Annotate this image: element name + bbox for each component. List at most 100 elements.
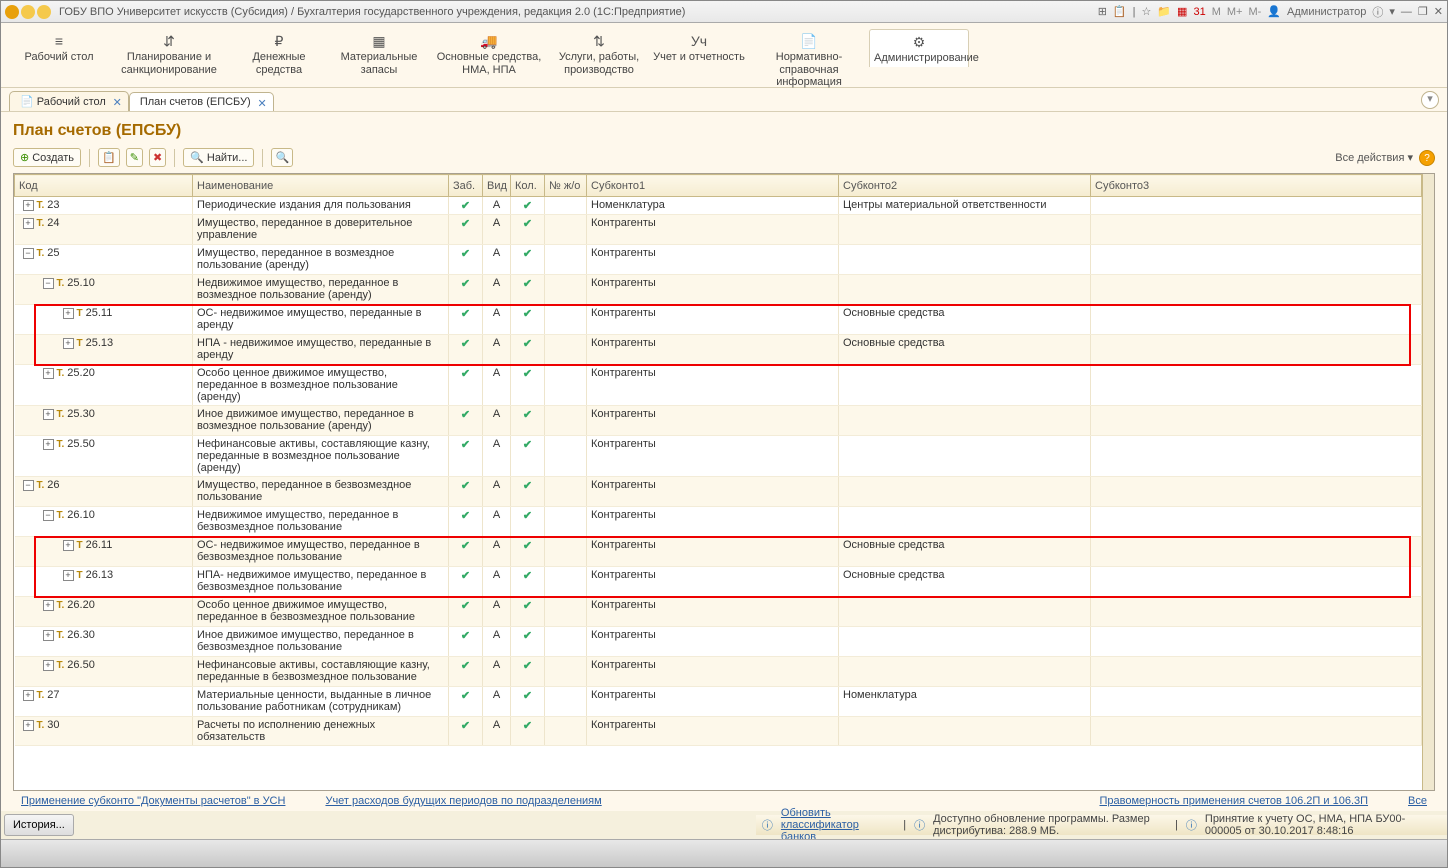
col-zab[interactable]: Заб. [449, 175, 483, 197]
nav-item[interactable]: УчУчет и отчетность [649, 29, 749, 66]
tabs-dropdown-icon[interactable]: ▾ [1421, 91, 1439, 109]
calc-mplus[interactable]: M+ [1227, 6, 1243, 18]
expand-icon[interactable]: + [43, 439, 54, 450]
toolbar-icon[interactable]: | [1133, 6, 1136, 18]
accounts-grid[interactable]: Код Наименование Заб. Вид Кол. № ж/о Суб… [14, 174, 1422, 790]
table-row[interactable]: −T.26Имущество, переданное в безвозмездн… [15, 477, 1422, 507]
footer-link-3[interactable]: Правомерность применения счетов 106.2П и… [1099, 795, 1368, 807]
dropdown-icon[interactable]: ▾ [1389, 5, 1395, 18]
footer-link-1[interactable]: Применение субконто "Документы расчетов"… [21, 795, 285, 807]
maximize-icon[interactable]: ❐ [1418, 5, 1428, 18]
table-row[interactable]: +T.24Имущество, переданное в доверительн… [15, 215, 1422, 245]
user-label[interactable]: Администратор [1287, 6, 1366, 18]
expand-icon[interactable]: + [63, 540, 74, 551]
expand-icon[interactable]: + [43, 660, 54, 671]
col-sub3[interactable]: Субконто3 [1091, 175, 1422, 197]
nav-item[interactable]: ⇵Планирование и санкционирование [109, 29, 229, 78]
expand-icon[interactable]: − [43, 510, 54, 521]
history-button[interactable]: История... [4, 814, 74, 836]
calc-mminus[interactable]: M- [1248, 6, 1261, 18]
table-row[interactable]: −T.25Имущество, переданное в возмездное … [15, 245, 1422, 275]
copy-button[interactable]: 📋 [98, 148, 120, 167]
status-update-banks[interactable]: Обновить классификатор банков [781, 807, 895, 843]
nav-icon: ⇵ [113, 31, 225, 51]
expand-icon[interactable]: + [43, 600, 54, 611]
table-row[interactable]: +T.30Расчеты по исполнению денежных обяз… [15, 717, 1422, 746]
window-title: ГОБУ ВПО Университет искусств (Субсидия)… [59, 6, 1098, 18]
cell-vid: А [483, 335, 511, 365]
close-icon[interactable]: ✕ [1434, 5, 1443, 18]
nav-item[interactable]: 🚚Основные средства, НМА, НПА [429, 29, 549, 78]
scrollbar[interactable] [1422, 174, 1434, 790]
table-row[interactable]: +T.26.30Иное движимое имущество, передан… [15, 627, 1422, 657]
tab-plan-schetov[interactable]: План счетов (ЕПСБУ) ✕ [129, 92, 274, 111]
expand-icon[interactable]: + [63, 570, 74, 581]
clear-search-button[interactable]: 🔍 [271, 148, 293, 167]
col-sub1[interactable]: Субконто1 [587, 175, 839, 197]
toolbar-icon[interactable]: 📁 [1157, 5, 1171, 18]
nav-item[interactable]: ▦Материальные запасы [329, 29, 429, 78]
table-row[interactable]: +T25.11ОС- недвижимое имущество, передан… [15, 305, 1422, 335]
tab-close-icon[interactable]: ✕ [257, 97, 266, 110]
create-button[interactable]: ⊕ Создать [13, 148, 81, 167]
expand-icon[interactable]: − [23, 480, 34, 491]
calendar-icon[interactable]: ▦ [1177, 5, 1187, 18]
find-button[interactable]: 🔍 Найти... [183, 148, 254, 167]
expand-icon[interactable]: + [63, 308, 74, 319]
edit-button[interactable]: ✎ [126, 148, 143, 167]
expand-icon[interactable]: + [63, 338, 74, 349]
toolbar-icon[interactable]: ⊞ [1098, 5, 1107, 18]
table-row[interactable]: +T.26.50Нефинансовые активы, составляющи… [15, 657, 1422, 687]
table-row[interactable]: +T25.13НПА - недвижимое имущество, перед… [15, 335, 1422, 365]
expand-icon[interactable]: + [43, 409, 54, 420]
expand-icon[interactable]: + [23, 218, 34, 229]
tab-desktop[interactable]: 📄 Рабочий стол ✕ [9, 91, 129, 111]
nav-item[interactable]: ⚙Администрирование [869, 29, 969, 67]
cell-kol: ✔ [511, 305, 545, 335]
star-icon[interactable]: ☆ [1141, 5, 1151, 18]
expand-icon[interactable]: + [43, 368, 54, 379]
window-menu-icon[interactable] [21, 5, 35, 19]
expand-icon[interactable]: + [23, 690, 34, 701]
footer-link-all[interactable]: Все [1408, 795, 1427, 807]
col-kol[interactable]: Кол. [511, 175, 545, 197]
minimize-icon[interactable]: — [1401, 6, 1412, 18]
nav-item[interactable]: ≡Рабочий стол [9, 29, 109, 66]
table-row[interactable]: −T.26.10Недвижимое имущество, переданное… [15, 507, 1422, 537]
expand-icon[interactable]: + [23, 720, 34, 731]
calc-m[interactable]: M [1212, 6, 1221, 18]
table-row[interactable]: +T.25.50Нефинансовые активы, составляющи… [15, 436, 1422, 477]
tab-close-icon[interactable]: ✕ [113, 96, 122, 109]
table-row[interactable]: +T.27Материальные ценности, выданные в л… [15, 687, 1422, 717]
help-button[interactable]: ? [1419, 150, 1435, 166]
favorites-icon[interactable] [37, 5, 51, 19]
nav-item[interactable]: ₽Денежные средства [229, 29, 329, 78]
col-name[interactable]: Наименование [193, 175, 449, 197]
table-row[interactable]: +T.23Периодические издания для пользован… [15, 197, 1422, 215]
expand-icon[interactable]: + [23, 200, 34, 211]
cell-sub3 [1091, 365, 1422, 406]
col-code[interactable]: Код [15, 175, 193, 197]
col-vid[interactable]: Вид [483, 175, 511, 197]
nav-item[interactable]: ⇅Услуги, работы, производство [549, 29, 649, 78]
toolbar-icon[interactable]: 📋 [1113, 5, 1127, 18]
table-row[interactable]: +T26.13НПА- недвижимое имущество, переда… [15, 567, 1422, 597]
col-sub2[interactable]: Субконто2 [839, 175, 1091, 197]
footer-link-2[interactable]: Учет расходов будущих периодов по подраз… [325, 795, 601, 807]
cell-code: −T.26.10 [15, 507, 193, 537]
expand-icon[interactable]: + [43, 630, 54, 641]
nav-item[interactable]: 📄Нормативно-справочная информация [749, 29, 869, 91]
info-icon[interactable]: ⓘ [1372, 4, 1383, 20]
table-row[interactable]: +T.25.30Иное движимое имущество, передан… [15, 406, 1422, 436]
table-row[interactable]: +T.26.20Особо ценное движимое имущество,… [15, 597, 1422, 627]
nav-icon: ⇅ [553, 31, 645, 51]
calendar-icon[interactable]: 31 [1193, 6, 1205, 18]
delete-button[interactable]: ✖ [149, 148, 166, 167]
table-row[interactable]: +T26.11ОС- недвижимое имущество, передан… [15, 537, 1422, 567]
col-nzo[interactable]: № ж/о [545, 175, 587, 197]
all-actions-button[interactable]: Все действия ▾ [1335, 151, 1413, 164]
expand-icon[interactable]: − [43, 278, 54, 289]
table-row[interactable]: −T.25.10Недвижимое имущество, переданное… [15, 275, 1422, 305]
table-row[interactable]: +T.25.20Особо ценное движимое имущество,… [15, 365, 1422, 406]
expand-icon[interactable]: − [23, 248, 34, 259]
